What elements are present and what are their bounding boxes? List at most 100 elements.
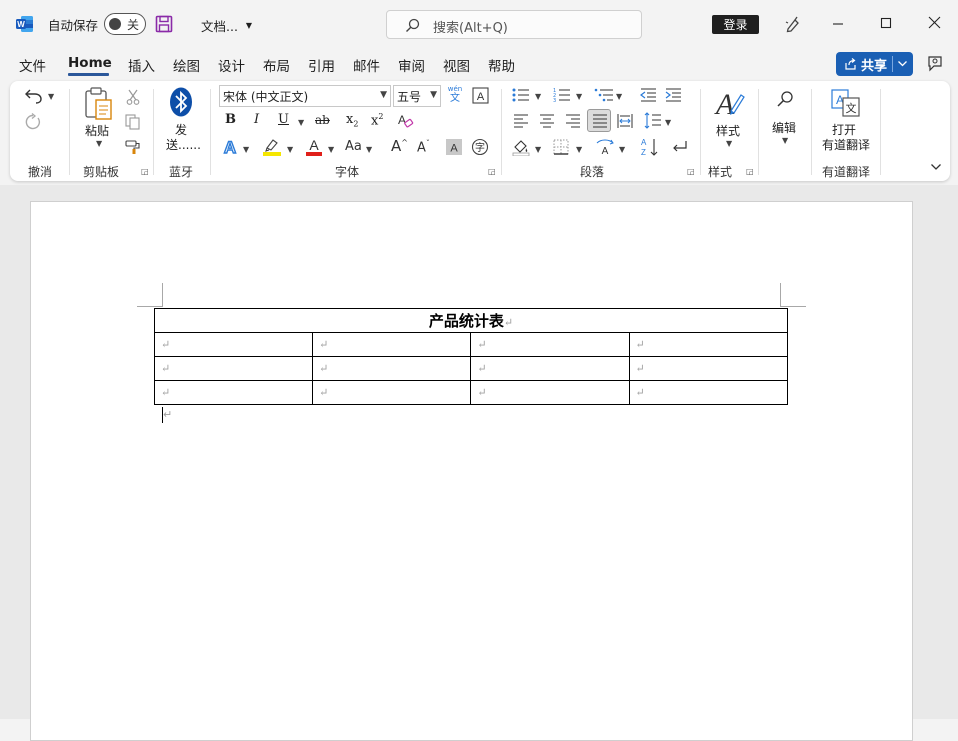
font-name-select[interactable]: 宋体 (中文正文) ▼ — [219, 85, 391, 107]
styles-launcher-icon[interactable]: ◲ — [746, 167, 754, 176]
font-color-chevron-icon[interactable]: ▼ — [328, 145, 334, 154]
tab-review[interactable]: 审阅 — [398, 55, 425, 75]
align-right-icon[interactable] — [565, 113, 581, 128]
search-input[interactable]: 搜索(Alt+Q) — [386, 10, 642, 39]
tab-home[interactable]: Home — [68, 55, 112, 71]
multilevel-chevron-icon[interactable]: ▼ — [616, 92, 622, 101]
show-paragraph-marks-icon[interactable] — [670, 139, 688, 155]
numbering-chevron-icon[interactable]: ▼ — [576, 92, 582, 101]
highlight-icon[interactable] — [262, 138, 282, 156]
tab-layout[interactable]: 布局 — [263, 55, 290, 75]
close-icon[interactable] — [928, 16, 941, 29]
tab-help[interactable]: 帮助 — [488, 55, 515, 75]
character-border-icon[interactable]: A — [472, 87, 489, 104]
grow-font-button[interactable]: A^ — [391, 137, 408, 155]
undo-dropdown-chevron-icon[interactable]: ▼ — [48, 92, 54, 101]
subscript-button[interactable]: x2 — [346, 112, 358, 129]
table-cell[interactable]: ↵ — [312, 356, 472, 381]
shrink-font-button[interactable]: Aˇ — [417, 139, 430, 155]
tab-draw[interactable]: 绘图 — [173, 55, 200, 75]
styles-chevron-icon[interactable]: ▼ — [726, 139, 732, 148]
chevron-down-icon[interactable] — [897, 58, 908, 69]
table-cell[interactable]: ↵ — [153, 332, 314, 357]
text-direction-chevron-icon[interactable]: ▼ — [619, 145, 625, 154]
align-left-icon[interactable] — [513, 113, 529, 128]
decrease-indent-icon[interactable] — [640, 87, 657, 103]
text-effects-icon[interactable]: A — [221, 138, 239, 156]
table-cell[interactable]: ↵ — [470, 380, 630, 405]
share-button[interactable]: 共享 — [836, 52, 913, 76]
multilevel-list-icon[interactable] — [594, 87, 614, 103]
comments-icon[interactable] — [926, 55, 944, 73]
table-cell[interactable]: ↵ — [628, 356, 789, 381]
tab-design[interactable]: 设计 — [218, 55, 245, 75]
justify-button[interactable] — [587, 109, 611, 132]
table-cell[interactable]: ↵ — [628, 332, 789, 357]
translate-icon[interactable]: A文 — [831, 89, 861, 117]
clipboard-launcher-icon[interactable]: ◲ — [141, 167, 149, 176]
document-page[interactable] — [30, 201, 913, 741]
bold-button[interactable]: B — [225, 112, 236, 127]
numbering-icon[interactable]: 123 — [553, 87, 571, 103]
tab-mailings[interactable]: 邮件 — [353, 55, 380, 75]
table-cell[interactable]: ↵ — [312, 332, 472, 357]
underline-button[interactable]: U — [278, 112, 289, 127]
clear-formatting-icon[interactable]: A — [396, 113, 414, 129]
distributed-icon[interactable] — [617, 113, 633, 129]
table-title-cell[interactable]: 产品统计表↵ — [154, 308, 788, 333]
paragraph-launcher-icon[interactable]: ◲ — [687, 167, 695, 176]
character-shading-icon[interactable]: A — [446, 139, 462, 155]
ribbon-collapse-chevron-icon[interactable] — [930, 161, 942, 173]
table-cell[interactable]: ↵ — [153, 356, 314, 381]
cut-icon[interactable] — [126, 89, 140, 105]
pen-icon[interactable] — [784, 15, 802, 33]
borders-chevron-icon[interactable]: ▼ — [576, 145, 582, 154]
font-size-select[interactable]: 五号 ▼ — [393, 85, 441, 107]
tab-file[interactable]: 文件 — [19, 55, 46, 75]
find-icon[interactable] — [776, 90, 794, 108]
tab-insert[interactable]: 插入 — [128, 55, 155, 75]
autosave-toggle[interactable]: 关 — [104, 13, 146, 35]
save-icon[interactable] — [155, 15, 173, 33]
phonetic-guide-icon[interactable]: wén 文 — [447, 85, 463, 104]
shading-chevron-icon[interactable]: ▼ — [535, 145, 541, 154]
line-spacing-icon[interactable] — [644, 112, 662, 129]
styles-icon[interactable]: A — [713, 87, 745, 119]
italic-button[interactable]: I — [254, 112, 259, 127]
table-cell[interactable]: ↵ — [470, 356, 630, 381]
table-cell[interactable]: ↵ — [470, 332, 630, 357]
font-launcher-icon[interactable]: ◲ — [488, 167, 496, 176]
paste-icon[interactable] — [84, 87, 114, 121]
change-case-chevron-icon[interactable]: ▼ — [366, 145, 372, 154]
bullets-icon[interactable] — [512, 87, 530, 103]
copy-icon[interactable] — [125, 114, 141, 130]
maximize-icon[interactable] — [880, 17, 892, 29]
format-painter-icon[interactable] — [125, 138, 143, 154]
undo-icon[interactable] — [24, 87, 44, 105]
change-case-button[interactable]: Aa — [345, 139, 362, 154]
increase-indent-icon[interactable] — [665, 87, 682, 103]
table-cell[interactable]: ↵ — [312, 380, 472, 405]
redo-icon[interactable] — [24, 113, 42, 131]
line-spacing-chevron-icon[interactable]: ▼ — [665, 118, 671, 127]
table-cell[interactable]: ↵ — [153, 380, 314, 405]
paste-dropdown-chevron-icon[interactable]: ▼ — [96, 139, 102, 148]
text-effects-chevron-icon[interactable]: ▼ — [243, 145, 249, 154]
text-direction-icon[interactable]: A — [595, 138, 615, 156]
shading-icon[interactable] — [512, 138, 530, 156]
tab-view[interactable]: 视图 — [443, 55, 470, 75]
edit-chevron-icon[interactable]: ▼ — [782, 136, 788, 145]
minimize-icon[interactable] — [832, 16, 844, 28]
superscript-button[interactable]: x2 — [371, 112, 383, 128]
align-center-icon[interactable] — [539, 113, 555, 128]
bluetooth-icon[interactable] — [169, 87, 193, 117]
sort-icon[interactable]: AZ — [641, 137, 659, 157]
product-table[interactable]: 产品统计表↵ ↵ ↵ ↵ ↵ ↵ ↵ ↵ ↵ ↵ ↵ ↵ ↵ — [153, 308, 789, 405]
bullets-chevron-icon[interactable]: ▼ — [535, 92, 541, 101]
login-button[interactable]: 登录 — [712, 15, 759, 34]
tab-references[interactable]: 引用 — [308, 55, 335, 75]
highlight-chevron-icon[interactable]: ▼ — [287, 145, 293, 154]
borders-icon[interactable] — [553, 139, 569, 155]
underline-dropdown-chevron-icon[interactable]: ▼ — [298, 118, 304, 127]
enclose-characters-icon[interactable]: 字 — [471, 138, 489, 156]
